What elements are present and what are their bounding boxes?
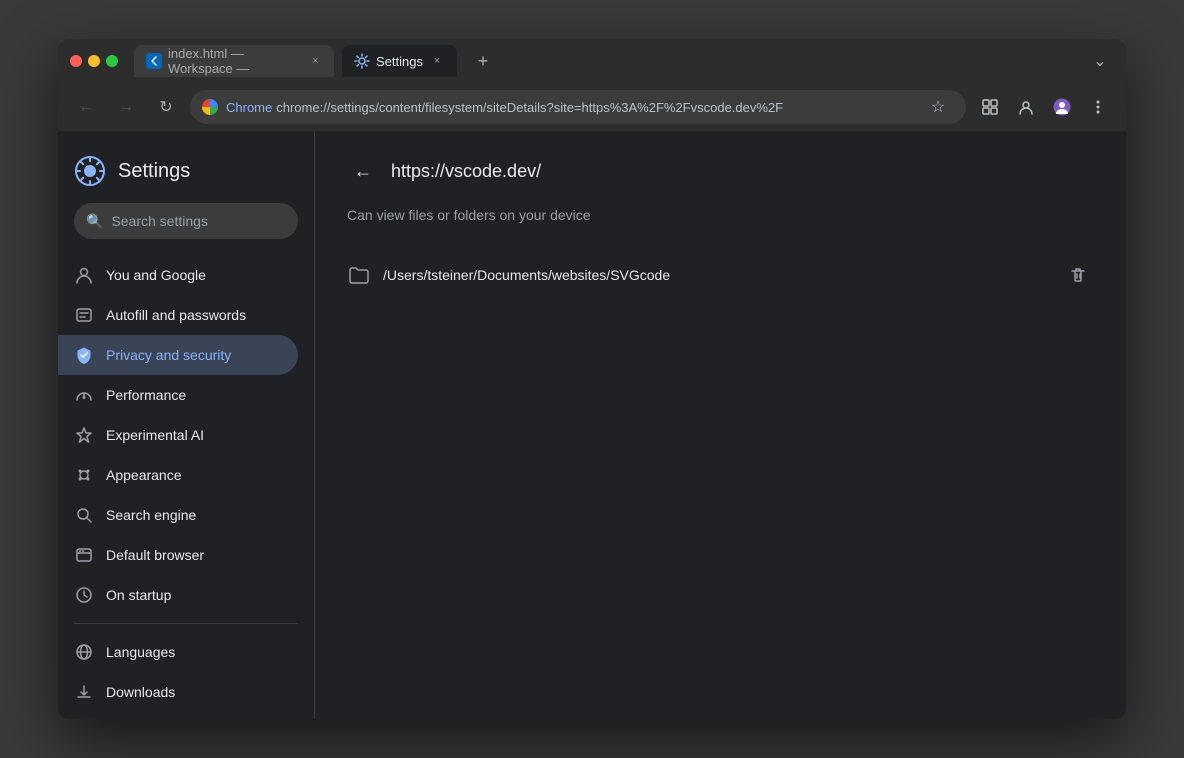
sidebar-item-performance[interactable]: Performance <box>58 375 298 415</box>
profile-button[interactable] <box>1046 91 1078 123</box>
sidebar-item-default-browser-label: Default browser <box>106 547 204 563</box>
address-actions: ☆ <box>922 91 954 123</box>
sidebar-item-downloads[interactable]: Downloads <box>58 672 298 712</box>
panel-url: https://vscode.dev/ <box>391 161 541 182</box>
file-path: /Users/tsteiner/Documents/websites/SVGco… <box>383 267 1050 283</box>
toolbar: ← → ↻ Chrome chrome://settings/content/f… <box>58 83 1126 131</box>
shield-icon <box>74 345 94 365</box>
sidebar-item-appearance[interactable]: Appearance <box>58 455 298 495</box>
chrome-logo-icon <box>202 99 218 115</box>
languages-icon <box>74 642 94 662</box>
titlebar: index.html — Workspace — × Settings × + … <box>58 39 1126 83</box>
search-placeholder: Search settings <box>111 213 208 229</box>
tab-list-chevron[interactable]: ⌄ <box>1086 47 1114 75</box>
more-button[interactable] <box>1082 91 1114 123</box>
performance-icon <box>74 385 94 405</box>
sidebar-divider <box>74 623 298 624</box>
new-tab-button[interactable]: + <box>469 47 497 75</box>
sidebar-item-autofill-label: Autofill and passwords <box>106 307 246 323</box>
extensions-button[interactable] <box>974 91 1006 123</box>
traffic-lights <box>70 55 118 67</box>
address-bar[interactable]: Chrome chrome://settings/content/filesys… <box>190 90 966 124</box>
forward-button[interactable]: → <box>110 91 142 123</box>
sidebar-item-languages-label: Languages <box>106 644 175 660</box>
tab-end-area: ⌄ <box>1086 47 1114 75</box>
sidebar-item-privacy-security-label: Privacy and security <box>106 347 231 363</box>
sidebar-item-performance-label: Performance <box>106 387 186 403</box>
close-button[interactable] <box>70 55 82 67</box>
account-button[interactable] <box>1010 91 1042 123</box>
autofill-icon <box>74 305 94 325</box>
address-url: chrome://settings/content/filesystem/sit… <box>276 100 783 115</box>
tab-vscode-close[interactable]: × <box>309 53 322 69</box>
sidebar-item-on-startup[interactable]: On startup <box>58 575 298 615</box>
sidebar-item-search-engine-label: Search engine <box>106 507 196 523</box>
appearance-icon <box>74 465 94 485</box>
sidebar-item-default-browser[interactable]: Default browser <box>58 535 298 575</box>
panel-header: ← https://vscode.dev/ <box>315 131 1126 203</box>
tab-vscode-label: index.html — Workspace — <box>168 46 303 76</box>
vscode-icon <box>146 53 162 69</box>
tab-settings[interactable]: Settings × <box>342 45 457 77</box>
ai-icon <box>74 425 94 445</box>
address-text: Chrome chrome://settings/content/filesys… <box>226 100 783 115</box>
sidebar-item-search-engine[interactable]: Search engine <box>58 495 298 535</box>
sidebar-item-autofill[interactable]: Autofill and passwords <box>58 295 298 335</box>
panel-description: Can view files or folders on your device <box>315 203 1126 247</box>
tab-settings-label: Settings <box>376 54 423 69</box>
toolbar-icons <box>974 91 1114 123</box>
minimize-button[interactable] <box>88 55 100 67</box>
sidebar-item-on-startup-label: On startup <box>106 587 171 603</box>
main-panel: ← https://vscode.dev/ Can view files or … <box>314 131 1126 719</box>
sidebar-item-experimental-ai-label: Experimental AI <box>106 427 204 443</box>
bookmark-button[interactable]: ☆ <box>922 91 954 123</box>
sidebar-item-languages[interactable]: Languages <box>58 632 298 672</box>
sidebar-item-experimental-ai[interactable]: Experimental AI <box>58 415 298 455</box>
chrome-label: Chrome <box>226 100 272 115</box>
downloads-icon <box>74 682 94 702</box>
search-icon: 🔍 <box>86 213 103 230</box>
settings-title: Settings <box>118 160 190 183</box>
settings-gear-icon <box>354 53 370 69</box>
maximize-button[interactable] <box>106 55 118 67</box>
tab-settings-close[interactable]: × <box>429 53 445 69</box>
sidebar-item-downloads-label: Downloads <box>106 684 175 700</box>
person-icon <box>74 265 94 285</box>
settings-header: Settings <box>58 147 314 203</box>
sidebar-item-appearance-label: Appearance <box>106 467 182 483</box>
startup-icon <box>74 585 94 605</box>
reload-button[interactable]: ↻ <box>150 91 182 123</box>
content-area: Settings 🔍 Search settings You and Googl… <box>58 131 1126 719</box>
browser-icon <box>74 545 94 565</box>
search-engine-icon <box>74 505 94 525</box>
file-entry: /Users/tsteiner/Documents/websites/SVGco… <box>315 247 1126 303</box>
sidebar: Settings 🔍 Search settings You and Googl… <box>58 131 314 719</box>
browser-window: index.html — Workspace — × Settings × + … <box>58 39 1126 719</box>
panel-back-button[interactable]: ← <box>347 155 379 187</box>
back-button[interactable]: ← <box>70 91 102 123</box>
settings-logo-icon <box>74 155 106 187</box>
delete-file-button[interactable] <box>1062 259 1094 291</box>
settings-search-bar[interactable]: 🔍 Search settings <box>74 203 298 239</box>
folder-icon <box>347 264 371 286</box>
sidebar-item-privacy-security[interactable]: Privacy and security <box>58 335 298 375</box>
sidebar-item-you-and-google-label: You and Google <box>106 267 206 283</box>
sidebar-item-you-and-google[interactable]: You and Google <box>58 255 298 295</box>
tab-vscode[interactable]: index.html — Workspace — × <box>134 45 334 77</box>
